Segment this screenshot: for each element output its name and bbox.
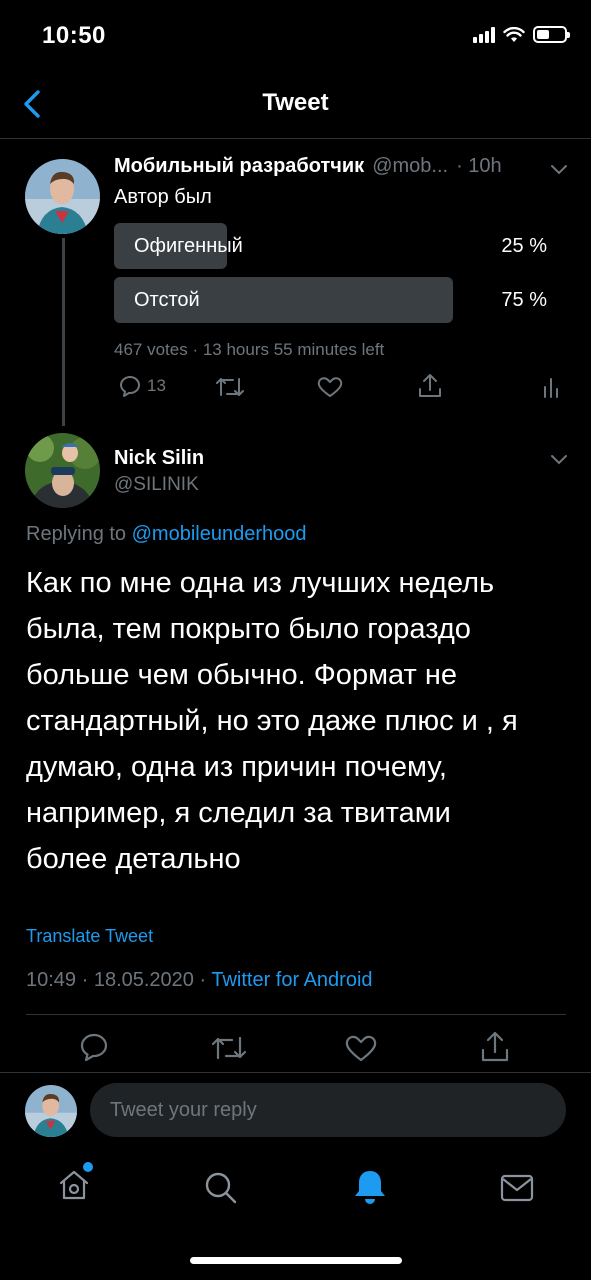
reply-icon[interactable] (78, 1032, 110, 1062)
avatar-parent[interactable] (25, 159, 100, 234)
meta-divider (26, 1014, 566, 1015)
share-icon[interactable] (416, 372, 444, 400)
reply-icon (120, 376, 140, 397)
parent-tweet-text: Автор был (114, 186, 212, 208)
signal-icon (473, 26, 495, 43)
avatar-main[interactable] (25, 433, 100, 508)
chevron-down-icon[interactable] (549, 162, 569, 176)
tweet-text-line: стандартный, но это даже плюс и , я (26, 705, 518, 737)
tweet-text-line: была, тем покрыто было гораздо (26, 613, 471, 645)
replying-to: Replying to @mobileunderhood (26, 523, 307, 546)
battery-icon (533, 26, 570, 43)
reply-button-parent[interactable]: 13 (117, 374, 166, 398)
search-icon[interactable] (203, 1170, 239, 1206)
retweet-icon[interactable] (214, 375, 246, 399)
header-divider (0, 138, 591, 139)
poll-meta: 467 votes · 13 hours 55 minutes left (114, 340, 385, 359)
analytics-icon[interactable] (541, 375, 561, 399)
tweet-source-link[interactable]: Twitter for Android (211, 969, 372, 991)
retweet-icon[interactable] (210, 1034, 248, 1062)
poll-option-2-label: Отстой (134, 289, 200, 311)
wifi-icon (503, 26, 525, 42)
tweet-text-line: Как по мне одна из лучших недель (26, 567, 495, 599)
reply-placeholder: Tweet your reply (110, 1098, 257, 1121)
chevron-down-icon[interactable] (549, 452, 569, 466)
parent-author-name[interactable]: Мобильный разработчик (114, 155, 364, 178)
like-icon[interactable] (316, 375, 344, 399)
tweet-text-line: более детально (26, 843, 241, 875)
poll-option-1-label: Офигенный (134, 235, 243, 257)
poll-option-2-percent: 75 % (501, 289, 547, 311)
tweet-text-line: думаю, одна из причин почему, (26, 751, 447, 783)
main-tweet-text: Как по мне одна из лучших недель была, т… (26, 560, 571, 882)
main-author-name[interactable]: Nick Silin (114, 447, 204, 470)
reply-input[interactable]: Tweet your reply (90, 1083, 566, 1137)
replying-handle-link[interactable]: @mobileunderhood (132, 523, 307, 545)
thread-line (62, 238, 65, 426)
tweet-meta: 10:49 · 18.05.2020 · Twitter for Android (26, 969, 373, 992)
share-icon[interactable] (479, 1030, 511, 1064)
like-icon[interactable] (344, 1033, 378, 1063)
translate-tweet-link[interactable]: Translate Tweet (26, 926, 153, 947)
messages-icon[interactable] (500, 1174, 534, 1202)
status-icons (473, 26, 570, 43)
parent-author-handle[interactable]: @mob... (372, 155, 448, 178)
parent-tweet-header: Мобильный разработчик @mob... · 10h (114, 155, 574, 178)
home-icon[interactable] (57, 1168, 91, 1202)
notification-dot (83, 1162, 93, 1172)
poll-option-1-percent: 25 % (501, 235, 547, 257)
tweet-text-line: больше чем обычно. Формат не (26, 659, 457, 691)
main-author-handle[interactable]: @SILINIK (114, 474, 199, 496)
tweet-timestamp: 10:49 · 18.05.2020 · (26, 969, 207, 991)
page-title: Tweet (262, 89, 329, 116)
home-indicator[interactable] (190, 1257, 402, 1264)
parent-time-ago: · 10h (456, 155, 502, 177)
status-time: 10:50 (42, 22, 106, 49)
tweet-text-line: например, я следил за твитами (26, 797, 451, 829)
avatar-self[interactable] (25, 1085, 77, 1137)
composer-divider (0, 1072, 591, 1073)
notifications-bell-icon[interactable] (352, 1168, 388, 1206)
reply-count: 13 (147, 376, 166, 395)
replying-prefix: Replying to (26, 523, 127, 545)
